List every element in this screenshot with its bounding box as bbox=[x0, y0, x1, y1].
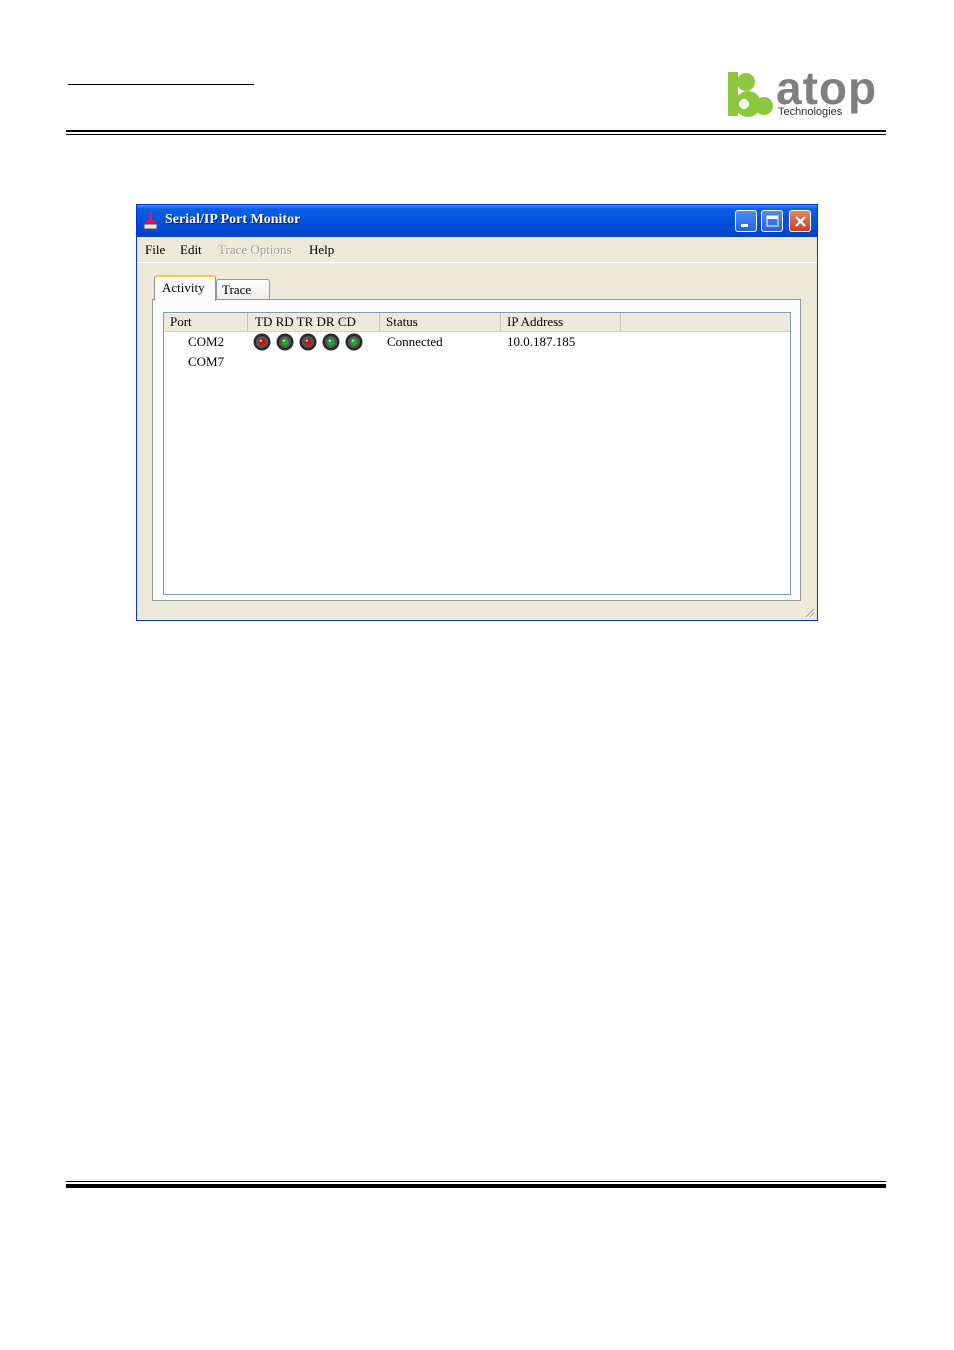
footer-rule bbox=[66, 1184, 886, 1188]
led-td-red-icon bbox=[253, 333, 271, 351]
list-header: Port TD RD TR DR CD Status IP Address bbox=[164, 313, 790, 332]
port-list[interactable]: Port TD RD TR DR CD Status IP Address CO… bbox=[163, 312, 791, 595]
title-bar[interactable]: Serial/IP Port Monitor bbox=[137, 205, 817, 237]
port-status: Connected bbox=[387, 334, 443, 349]
logo-subtitle: Technologies bbox=[778, 106, 843, 118]
led-cd-green-icon bbox=[345, 333, 363, 351]
menu-separator bbox=[137, 262, 817, 263]
header-rule bbox=[66, 130, 886, 132]
column-header-empty[interactable] bbox=[621, 313, 790, 331]
menu-help[interactable]: Help bbox=[309, 242, 334, 258]
port-name: COM2 bbox=[188, 334, 225, 349]
atop-logo: atop Technologies bbox=[726, 62, 888, 124]
minimize-button[interactable] bbox=[735, 210, 757, 232]
footer-rule-thin bbox=[66, 1181, 886, 1182]
port-monitor-window: Serial/IP Port Monitor File Edit Trace O… bbox=[136, 204, 818, 621]
minimize-icon bbox=[741, 224, 748, 227]
tab-trace[interactable]: Trace bbox=[216, 279, 270, 300]
column-header-port[interactable]: Port bbox=[164, 313, 248, 331]
resize-grip-icon[interactable] bbox=[803, 606, 815, 618]
menu-trace-options[interactable]: Trace Options bbox=[218, 242, 292, 258]
header-short-rule bbox=[68, 84, 254, 85]
tab-activity[interactable]: Activity bbox=[154, 275, 216, 301]
table-row[interactable]: COM7 bbox=[164, 352, 790, 372]
menu-bar: File Edit Trace Options Help bbox=[137, 238, 817, 262]
header-rule-thin bbox=[66, 134, 886, 135]
menu-edit[interactable]: Edit bbox=[180, 242, 202, 258]
led-dr-green-icon bbox=[322, 333, 340, 351]
port-name: COM7 bbox=[188, 354, 225, 369]
maximize-icon bbox=[766, 215, 779, 227]
table-row[interactable]: COM2 Connected 10.0.187.185 bbox=[164, 332, 790, 352]
window-title: Serial/IP Port Monitor bbox=[165, 212, 301, 227]
menu-file[interactable]: File bbox=[145, 242, 165, 258]
logo-mark-icon bbox=[728, 72, 773, 117]
column-header-status[interactable]: Status bbox=[380, 313, 501, 331]
close-button[interactable] bbox=[789, 210, 811, 232]
led-tr-red-icon bbox=[299, 333, 317, 351]
column-header-signals[interactable]: TD RD TR DR CD bbox=[248, 313, 380, 331]
port-monitor-app-icon bbox=[143, 212, 158, 230]
column-header-ip-address[interactable]: IP Address bbox=[501, 313, 621, 331]
led-rd-green-icon bbox=[276, 333, 294, 351]
activity-tab-panel: Port TD RD TR DR CD Status IP Address CO… bbox=[152, 299, 801, 601]
maximize-button[interactable] bbox=[761, 210, 783, 232]
close-icon bbox=[795, 216, 806, 227]
port-ip-address: 10.0.187.185 bbox=[507, 334, 576, 349]
